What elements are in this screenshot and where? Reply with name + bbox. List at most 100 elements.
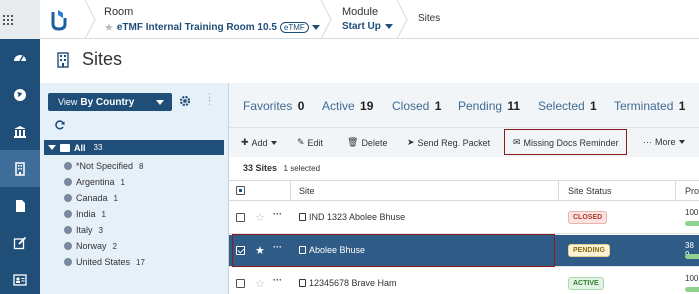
- document-icon[interactable]: [0, 187, 40, 224]
- filter-closed[interactable]: Closed 1: [392, 99, 441, 113]
- view-by-dropdown[interactable]: View By Country: [48, 93, 172, 111]
- row-menu-icon[interactable]: ···: [273, 275, 282, 285]
- globe-icon: [64, 242, 72, 250]
- table-row[interactable]: ☆ ··· 12345678 Brave Ham ACTIVE 100: [229, 268, 699, 294]
- globe-icon: [64, 210, 72, 218]
- country-count: 1: [101, 209, 106, 219]
- app-logo[interactable]: [48, 8, 70, 32]
- view-value: By Country: [80, 96, 135, 108]
- page-title: Sites: [82, 49, 123, 69]
- status-filter-bar: Favorites 0 Active 19 Closed 1 Pending 1…: [229, 83, 699, 127]
- country-count: 17: [136, 257, 145, 267]
- star-icon[interactable]: ★: [104, 21, 114, 34]
- country-item[interactable]: *Not Specified 8: [64, 159, 144, 173]
- institution-icon[interactable]: [0, 113, 40, 150]
- header-divider: [84, 0, 96, 40]
- star-icon[interactable]: ☆: [255, 277, 265, 290]
- pencil-icon: ✎: [297, 137, 305, 147]
- country-label: India: [76, 209, 96, 219]
- filter-terminated[interactable]: Terminated 1: [614, 99, 685, 113]
- country-item[interactable]: Norway 2: [64, 239, 117, 253]
- globe-icon: [64, 194, 72, 202]
- delete-button[interactable]: 🗑 Delete: [347, 137, 387, 148]
- selected-count: 1 selected: [283, 164, 321, 173]
- filter-pending[interactable]: Pending 11: [458, 99, 520, 113]
- progress-value: 100: [685, 274, 699, 283]
- edit-button[interactable]: ✎ Edit: [297, 137, 323, 148]
- module-selector[interactable]: Start Up: [342, 21, 393, 32]
- site-name-link[interactable]: IND 1323 Abolee Bhuse: [299, 212, 405, 222]
- building-icon: [299, 279, 306, 287]
- country-count: 2: [112, 241, 117, 251]
- view-prefix: View: [58, 97, 78, 107]
- send-reg-packet-button[interactable]: ➤ Send Reg. Packet: [407, 137, 490, 148]
- action-toolbar: ✚ Add ✎ Edit 🗑 Delete ➤ Send Reg. Packet…: [229, 127, 699, 157]
- room-badge: eTMF: [279, 22, 309, 33]
- highlight-box: [504, 129, 627, 155]
- row-checkbox[interactable]: [236, 213, 245, 222]
- progress-value: 100: [685, 208, 699, 217]
- add-button[interactable]: ✚ Add: [241, 137, 277, 148]
- country-item[interactable]: Italy 3: [64, 223, 103, 237]
- column-progress[interactable]: Pro: [685, 186, 699, 196]
- country-count: 3: [98, 225, 103, 235]
- row-checkbox[interactable]: [236, 246, 245, 255]
- star-icon[interactable]: ★: [255, 244, 265, 257]
- tree-root-all[interactable]: All 33: [44, 140, 224, 155]
- building-icon: [299, 246, 306, 254]
- country-label: *Not Specified: [76, 161, 134, 171]
- site-name-link[interactable]: 12345678 Brave Ham: [299, 278, 397, 288]
- app-grid-icon[interactable]: [3, 15, 13, 25]
- tree-root-label: All: [74, 142, 86, 153]
- caret-down-icon[interactable]: [48, 145, 56, 150]
- drag-handle-icon[interactable]: ⋮ ⋮: [205, 93, 214, 106]
- country-item[interactable]: United States 17: [64, 255, 145, 269]
- column-site[interactable]: Site: [299, 186, 315, 196]
- room-label: Room: [104, 6, 134, 18]
- globe-icon: [64, 258, 72, 266]
- module-name: Start Up: [342, 21, 381, 32]
- country-item[interactable]: Canada 1: [64, 191, 118, 205]
- country-label: Argentina: [76, 177, 115, 187]
- row-menu-icon[interactable]: ···: [273, 242, 282, 252]
- tree-root-count: 33: [93, 143, 103, 152]
- edit-icon[interactable]: [0, 224, 40, 261]
- country-count: 1: [113, 193, 118, 203]
- filter-favorites[interactable]: Favorites 0: [243, 99, 304, 113]
- building-icon: [299, 213, 306, 221]
- row-menu-icon[interactable]: ···: [273, 209, 282, 219]
- country-item[interactable]: India 1: [64, 207, 106, 221]
- ellipsis-icon: ···: [643, 137, 652, 147]
- refresh-icon[interactable]: [55, 120, 65, 130]
- table-row[interactable]: ★ ··· Abolee Bhuse PENDING 38 9: [229, 235, 699, 267]
- chevron-down-icon: [270, 140, 277, 145]
- select-all-checkbox[interactable]: [236, 186, 245, 195]
- chevron-down-icon: [384, 24, 393, 29]
- table-row[interactable]: ☆ ··· IND 1323 Abolee Bhuse CLOSED 100: [229, 202, 699, 234]
- building-icon: [57, 52, 69, 68]
- filter-selected[interactable]: Selected 1: [538, 99, 597, 113]
- dashboard-icon[interactable]: [0, 39, 40, 76]
- gear-icon[interactable]: [179, 95, 191, 107]
- status-badge: CLOSED: [568, 211, 608, 224]
- star-icon[interactable]: ☆: [255, 211, 265, 224]
- filter-active[interactable]: Active 19: [322, 99, 373, 113]
- globe-icon[interactable]: [0, 76, 40, 113]
- header-divider: [320, 0, 332, 40]
- room-name: eTMF Internal Training Room 10.5: [116, 22, 277, 33]
- country-count: 8: [139, 161, 144, 171]
- site-name-link[interactable]: Abolee Bhuse: [299, 245, 365, 255]
- progress-bar: [685, 221, 699, 226]
- more-button[interactable]: ··· More: [643, 137, 685, 147]
- row-checkbox[interactable]: [236, 279, 245, 288]
- top-header: Room ★ eTMF Internal Training Room 10.5 …: [40, 0, 699, 40]
- globe-icon: [64, 226, 72, 234]
- globe-icon: [64, 162, 72, 170]
- country-item[interactable]: Argentina 1: [64, 175, 125, 189]
- country-label: Canada: [76, 193, 108, 203]
- country-label: United States: [76, 257, 131, 267]
- room-selector[interactable]: ★ eTMF Internal Training Room 10.5 eTMF: [104, 21, 320, 34]
- contact-card-icon[interactable]: [0, 261, 40, 294]
- sites-icon[interactable]: [0, 150, 40, 187]
- column-site-status[interactable]: Site Status: [568, 186, 612, 196]
